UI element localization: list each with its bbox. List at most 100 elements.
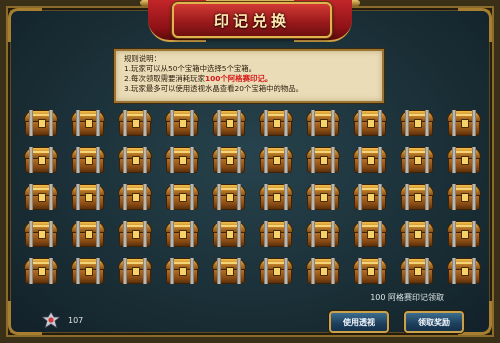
chest-band [425,184,429,210]
chest-band [76,184,80,210]
chest-band [425,147,429,173]
chest-band [425,258,429,284]
chest-band [452,258,456,284]
chest-lock-icon [461,267,469,276]
treasure-chest-slot[interactable] [353,110,387,136]
chest-band [378,258,382,284]
treasure-chest-slot[interactable] [259,258,293,284]
treasure-chest-slot[interactable] [24,184,58,210]
treasure-chest-slot[interactable] [259,221,293,247]
chest-band [123,258,127,284]
chest-band [49,110,53,136]
chest-lock-icon [320,156,328,165]
chest-band [358,147,362,173]
chest-lock-icon [414,156,422,165]
rule-2: 2.每次领取需要消耗玩家100个阿格赛印记。 [124,74,374,84]
chest-band [123,221,127,247]
chest-lock-icon [179,193,187,202]
chest-band [217,221,221,247]
treasure-chest-slot[interactable] [400,221,434,247]
chest-band [123,110,127,136]
treasure-chest-slot[interactable] [306,258,340,284]
treasure-chest-slot[interactable] [447,258,481,284]
chest-band [452,110,456,136]
treasure-chest-slot[interactable] [24,221,58,247]
chest-lock-icon [461,193,469,202]
treasure-chest-slot[interactable] [306,110,340,136]
treasure-chest-slot[interactable] [400,184,434,210]
chest-band [472,110,476,136]
treasure-chest-slot[interactable] [118,258,152,284]
treasure-chest-slot[interactable] [353,258,387,284]
chest-lock-icon [461,230,469,239]
treasure-chest-slot[interactable] [400,258,434,284]
treasure-chest-slot[interactable] [212,221,246,247]
treasure-chest-slot[interactable] [447,110,481,136]
treasure-chest-slot[interactable] [118,147,152,173]
use-perspective-button[interactable]: 使用透视 [329,311,389,333]
treasure-chest-slot[interactable] [118,184,152,210]
chest-band [264,258,268,284]
treasure-chest-slot[interactable] [212,147,246,173]
chest-lock-icon [414,119,422,128]
treasure-chest-slot[interactable] [118,110,152,136]
chest-band [237,184,241,210]
chest-band [170,184,174,210]
chest-band [217,258,221,284]
treasure-chest-slot[interactable] [306,221,340,247]
chest-lock-icon [273,230,281,239]
treasure-chest-slot[interactable] [447,184,481,210]
chest-band [452,147,456,173]
treasure-chest-slot[interactable] [165,110,199,136]
corner-ornament [458,8,492,42]
chest-band [190,147,194,173]
treasure-chest-slot[interactable] [165,184,199,210]
chest-lock-icon [132,230,140,239]
treasure-chest-slot[interactable] [118,221,152,247]
treasure-chest-slot[interactable] [353,184,387,210]
treasure-chest-slot[interactable] [212,258,246,284]
chest-lock-icon [414,267,422,276]
treasure-chest-slot[interactable] [71,147,105,173]
chest-band [452,221,456,247]
treasure-chest-slot[interactable] [212,110,246,136]
treasure-chest-slot[interactable] [306,184,340,210]
treasure-chest-slot[interactable] [71,110,105,136]
treasure-chest-slot[interactable] [165,221,199,247]
treasure-chest-slot[interactable] [71,258,105,284]
treasure-chest-slot[interactable] [259,110,293,136]
treasure-chest-slot[interactable] [24,258,58,284]
chest-band [425,221,429,247]
chest-band [76,110,80,136]
treasure-chest-slot[interactable] [400,110,434,136]
chest-band [284,147,288,173]
treasure-chest-slot[interactable] [71,221,105,247]
chest-band [29,258,33,284]
treasure-chest-slot[interactable] [353,221,387,247]
treasure-chest-slot[interactable] [447,147,481,173]
treasure-chest-slot[interactable] [24,147,58,173]
chest-band [123,147,127,173]
chest-band [49,221,53,247]
treasure-chest-slot[interactable] [212,184,246,210]
chest-band [358,110,362,136]
treasure-chest-slot[interactable] [306,147,340,173]
treasure-chest-slot[interactable] [165,258,199,284]
treasure-chest-slot[interactable] [165,147,199,173]
chest-band [237,147,241,173]
chest-band [284,258,288,284]
page-title: 印记兑换 [213,11,290,30]
treasure-chest-slot[interactable] [353,147,387,173]
chest-band [237,110,241,136]
treasure-chest-slot[interactable] [71,184,105,210]
chest-band [29,184,33,210]
claim-reward-button[interactable]: 领取奖励 [404,311,464,333]
treasure-chest-slot[interactable] [400,147,434,173]
treasure-chest-slot[interactable] [259,147,293,173]
chest-band [143,147,147,173]
treasure-chest-slot[interactable] [447,221,481,247]
chest-lock-icon [367,156,375,165]
treasure-chest-slot[interactable] [259,184,293,210]
treasure-chest-slot[interactable] [24,110,58,136]
corner-ornament [8,8,42,42]
